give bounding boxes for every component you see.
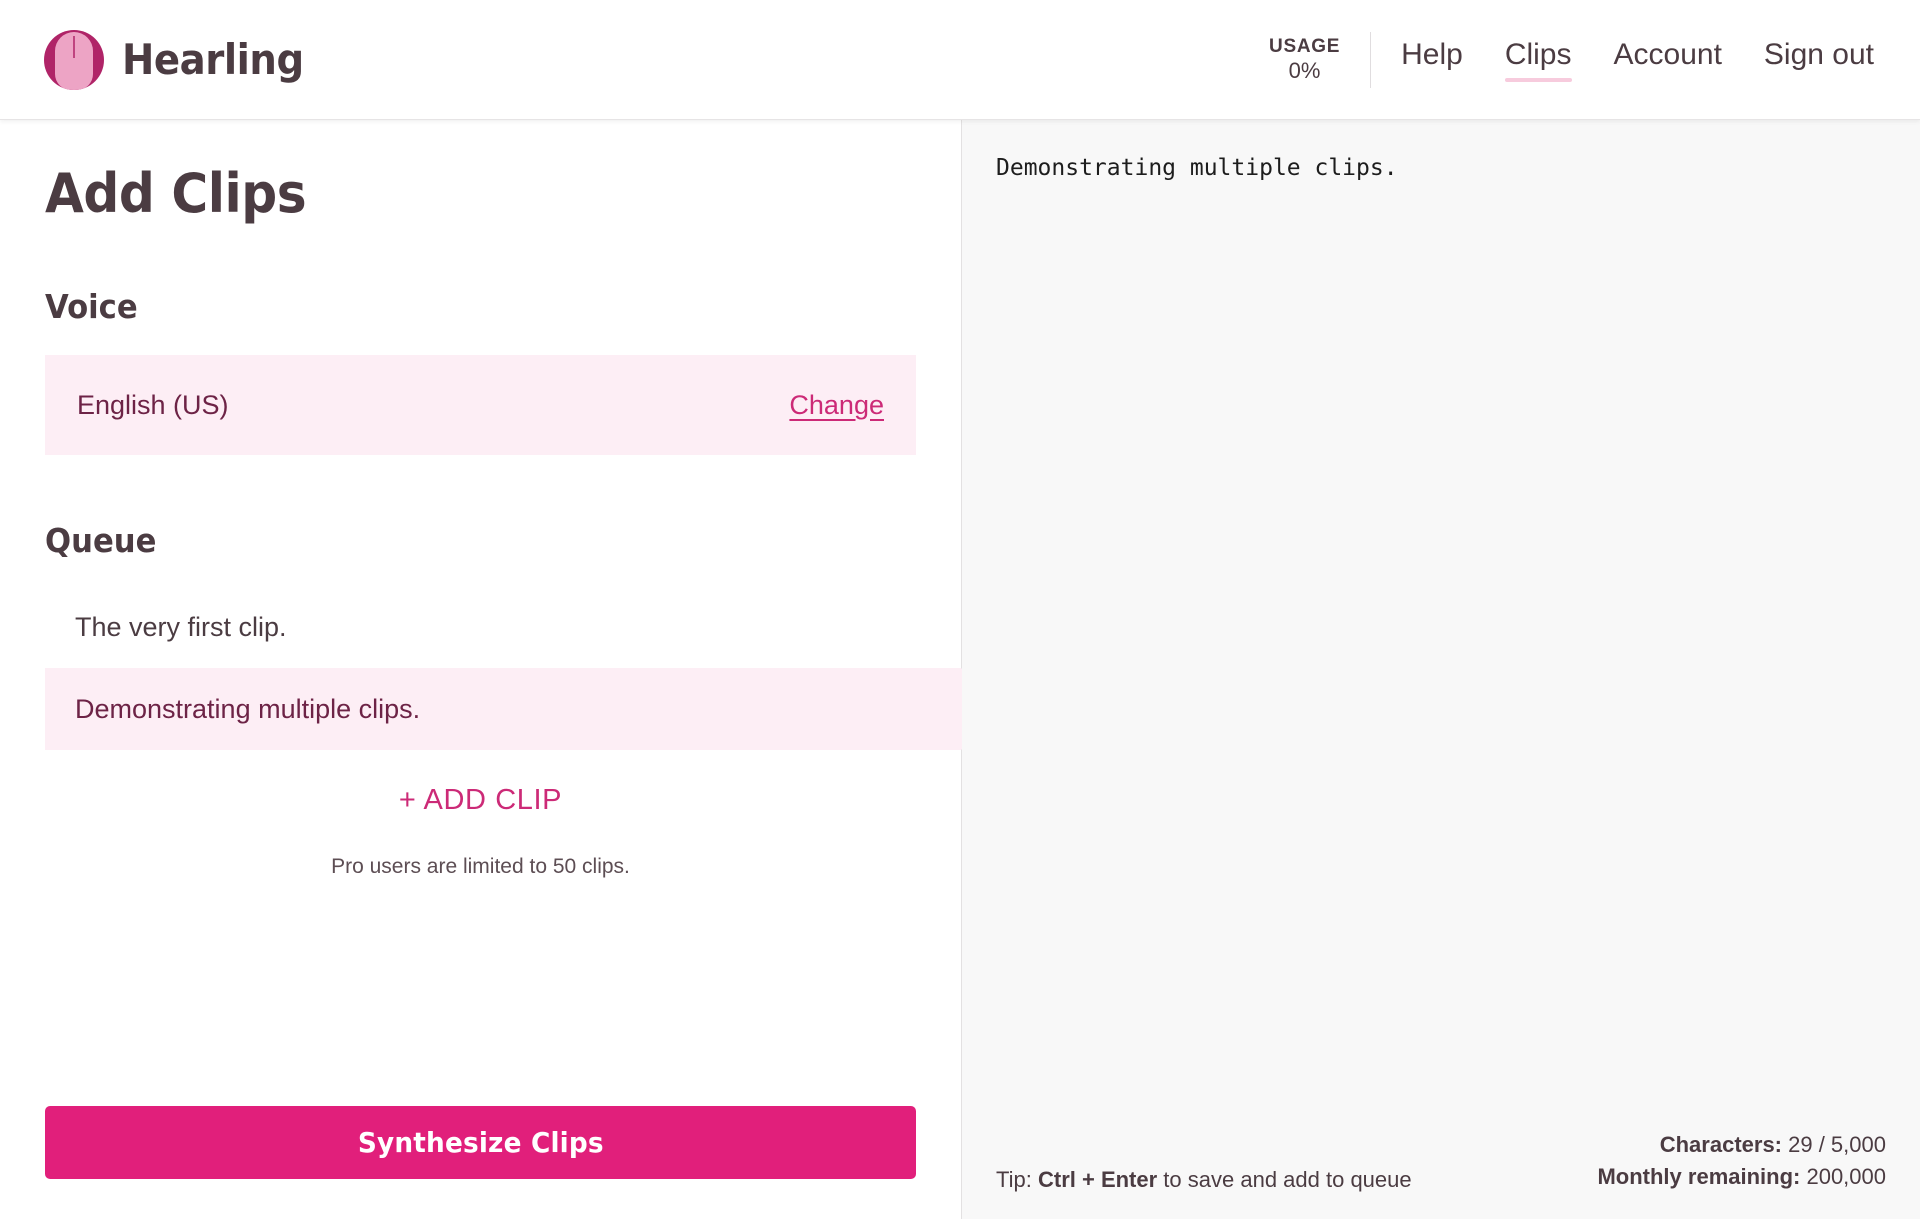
clip-limit-note: Pro users are limited to 50 clips. — [45, 855, 916, 879]
change-voice-link[interactable]: Change — [789, 390, 884, 421]
tip-prefix: Tip: — [996, 1167, 1038, 1192]
usage-meter: USAGE 0% — [1269, 35, 1370, 85]
voice-section-heading: Voice — [45, 287, 855, 326]
synthesize-clips-label: Synthesize Clips — [358, 1126, 604, 1159]
nav-links: Help Clips Account Sign out — [1401, 38, 1874, 82]
usage-label: USAGE — [1269, 35, 1340, 58]
queue-clip-text: Demonstrating multiple clips. — [75, 694, 420, 725]
characters-value: 29 / 5,000 — [1782, 1132, 1886, 1157]
queue-section-heading: Queue — [45, 521, 855, 560]
usage-value: 0% — [1269, 58, 1340, 85]
tip-suffix: to save and add to queue — [1157, 1167, 1411, 1192]
nav-right-group: USAGE 0% Help Clips Account Sign out — [1269, 32, 1874, 88]
page-title: Add Clips — [45, 162, 855, 225]
monthly-remaining-label: Monthly remaining: — [1597, 1164, 1800, 1189]
monthly-remaining-value: 200,000 — [1800, 1164, 1886, 1189]
keyboard-tip: Tip: Ctrl + Enter to save and add to que… — [996, 1167, 1412, 1193]
nav-link-account[interactable]: Account — [1614, 38, 1722, 82]
brand-logo[interactable]: Hearling — [44, 30, 319, 90]
brand-name: Hearling — [122, 35, 304, 84]
queue-clip-text: The very first clip. — [75, 612, 287, 643]
ear-slit — [73, 36, 75, 58]
top-navigation-bar: Hearling USAGE 0% Help Clips Account Sig… — [0, 0, 1920, 120]
tip-shortcut: Ctrl + Enter — [1038, 1167, 1157, 1192]
character-counters: Characters: 29 / 5,000 Monthly remaining… — [1597, 1129, 1886, 1193]
queue-clip-item[interactable]: The very first clip. — [45, 586, 916, 668]
add-clip-button[interactable]: + ADD CLIP — [45, 772, 916, 829]
clip-queue-list: The very first clip. Demonstrating multi… — [45, 586, 916, 750]
monthly-remaining-row: Monthly remaining: 200,000 — [1597, 1161, 1886, 1193]
nav-link-help[interactable]: Help — [1401, 38, 1463, 82]
editor-footer: Tip: Ctrl + Enter to save and add to que… — [962, 1129, 1920, 1219]
nav-link-clips[interactable]: Clips — [1505, 38, 1572, 82]
characters-label: Characters: — [1660, 1132, 1782, 1157]
left-panel: Add Clips Voice English (US) Change Queu… — [0, 120, 962, 1219]
voice-selector-row[interactable]: English (US) Change — [45, 355, 916, 455]
synthesize-clips-button[interactable]: Synthesize Clips — [45, 1106, 916, 1179]
left-panel-spacer — [45, 879, 916, 1106]
clip-text-editor[interactable]: Demonstrating multiple clips. — [962, 120, 1920, 1129]
characters-counter-row: Characters: 29 / 5,000 — [1597, 1129, 1886, 1161]
nav-divider — [1370, 32, 1371, 88]
right-panel: Demonstrating multiple clips. Tip: Ctrl … — [962, 120, 1920, 1219]
main-content: Add Clips Voice English (US) Change Queu… — [0, 120, 1920, 1219]
queue-clip-item-selected[interactable]: Demonstrating multiple clips. — [45, 668, 961, 750]
app-root: Hearling USAGE 0% Help Clips Account Sig… — [0, 0, 1920, 1219]
ear-logo-icon — [44, 30, 104, 90]
selected-voice-label: English (US) — [77, 390, 229, 421]
nav-link-sign-out[interactable]: Sign out — [1764, 38, 1874, 82]
